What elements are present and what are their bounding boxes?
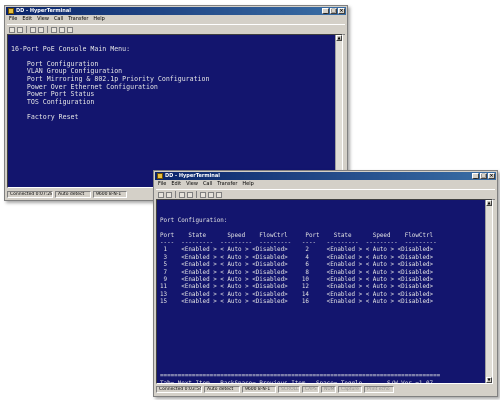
- toolbar-separator: [47, 26, 48, 33]
- toolbar-separator: [26, 26, 27, 33]
- port-settings: 9600 8-N-1: [242, 386, 276, 393]
- menu-file[interactable]: File: [158, 181, 166, 188]
- disconnect-icon[interactable]: [187, 191, 193, 198]
- close-icon[interactable]: ×: [488, 173, 495, 179]
- close-icon[interactable]: ×: [338, 8, 345, 14]
- front-vertical-scrollbar[interactable]: ▲ ▼: [485, 200, 492, 383]
- connect-icon[interactable]: [179, 191, 185, 198]
- scroll-down-icon[interactable]: ▼: [486, 377, 492, 383]
- print-echo-indicator: Print echo: [364, 386, 394, 393]
- front-window-title: DD - HyperTerminal: [165, 173, 220, 179]
- menu-view[interactable]: View: [37, 16, 49, 23]
- detect-mode: Auto detect: [55, 191, 91, 198]
- properties-icon[interactable]: [216, 191, 222, 198]
- menu-call[interactable]: Call: [203, 181, 212, 188]
- connect-icon[interactable]: [30, 26, 36, 33]
- menu-transfer[interactable]: Transfer: [68, 16, 88, 23]
- maximize-icon[interactable]: □: [480, 173, 487, 179]
- back-terminal-text: 16-Port PoE Console Main Menu: Port Conf…: [11, 44, 210, 121]
- receive-icon[interactable]: [208, 191, 214, 198]
- maximize-icon[interactable]: □: [330, 8, 337, 14]
- back-vertical-scrollbar[interactable]: ▲: [335, 35, 342, 187]
- new-icon[interactable]: [9, 26, 15, 33]
- front-hyperterminal-window: DD - HyperTerminal _ □ × File Edit View …: [153, 170, 498, 397]
- detect-mode: Auto detect: [204, 386, 240, 393]
- connection-time: Connected 0:07:28: [7, 191, 53, 198]
- back-terminal-screen[interactable]: 16-Port PoE Console Main Menu: Port Conf…: [7, 34, 343, 188]
- disconnect-icon[interactable]: [38, 26, 44, 33]
- caps-indicator: CAPS: [302, 386, 319, 393]
- open-icon[interactable]: [17, 26, 23, 33]
- menu-edit[interactable]: Edit: [171, 181, 181, 188]
- hyperterminal-icon: [157, 173, 163, 179]
- connection-time: Connected 0:03:54: [156, 386, 202, 393]
- back-window-title: DD - HyperTerminal: [16, 8, 71, 14]
- num-indicator: NUM: [321, 386, 336, 393]
- hyperterminal-icon: [8, 8, 14, 14]
- menu-edit[interactable]: Edit: [22, 16, 32, 23]
- menu-help[interactable]: Help: [242, 181, 253, 188]
- scroll-up-icon[interactable]: ▲: [336, 35, 342, 41]
- minimize-icon[interactable]: _: [472, 173, 479, 179]
- properties-icon[interactable]: [67, 26, 73, 33]
- menu-file[interactable]: File: [9, 16, 17, 23]
- send-icon[interactable]: [200, 191, 206, 198]
- scroll-indicator: SCROLL: [278, 386, 300, 393]
- menu-view[interactable]: View: [186, 181, 198, 188]
- receive-icon[interactable]: [59, 26, 65, 33]
- front-terminal-screen[interactable]: Port Configuration: Port State Speed Flo…: [156, 199, 493, 384]
- open-icon[interactable]: [166, 191, 172, 198]
- toolbar-separator: [175, 191, 176, 198]
- new-icon[interactable]: [158, 191, 164, 198]
- menu-transfer[interactable]: Transfer: [217, 181, 237, 188]
- port-settings: 9600 8-N-1: [93, 191, 127, 198]
- toolbar-separator: [196, 191, 197, 198]
- front-terminal-text: Port Configuration: Port State Speed Flo…: [160, 217, 441, 384]
- back-menubar: File Edit View Call Transfer Help: [7, 16, 345, 23]
- back-window-titlebar[interactable]: DD - HyperTerminal _ □ ×: [6, 7, 346, 15]
- front-statusbar: Connected 0:03:54 Auto detect 9600 8-N-1…: [156, 385, 495, 393]
- send-icon[interactable]: [51, 26, 57, 33]
- front-window-titlebar[interactable]: DD - HyperTerminal _ □ ×: [155, 172, 496, 180]
- front-menubar: File Edit View Call Transfer Help: [156, 181, 495, 188]
- menu-call[interactable]: Call: [54, 16, 63, 23]
- capture-indicator: Capture: [338, 386, 362, 393]
- minimize-icon[interactable]: _: [322, 8, 329, 14]
- scroll-up-icon[interactable]: ▲: [486, 200, 492, 206]
- menu-help[interactable]: Help: [93, 16, 104, 23]
